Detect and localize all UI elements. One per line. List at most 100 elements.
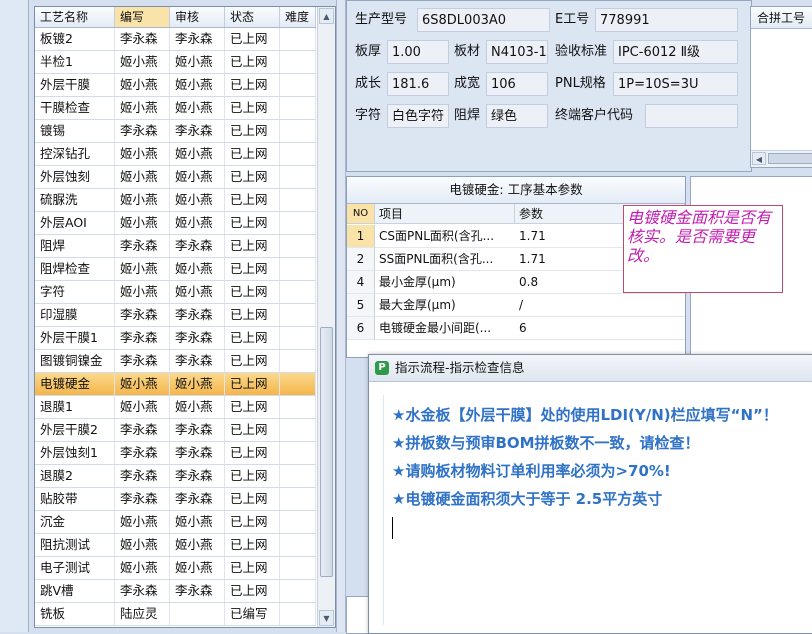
col-header-process[interactable]: 工艺名称 xyxy=(35,7,115,27)
cell-status: 已上网 xyxy=(225,212,280,234)
scroll-thumb[interactable] xyxy=(768,153,812,164)
params-cell-item: CS面PNL面积(含孔... xyxy=(375,225,515,248)
params-cell-no: 1 xyxy=(347,225,375,248)
table-row[interactable]: 外层干膜2 李永森 李永森 已上网 xyxy=(35,419,316,442)
eno-field[interactable]: 778991 xyxy=(595,8,738,32)
message-box[interactable]: ★水金板【外层干膜】处的使用LDI(Y/N)栏应填写“N”！ ★拼板数与预审BO… xyxy=(383,395,812,625)
cell-author: 姬小燕 xyxy=(115,166,170,188)
table-row[interactable]: 半检1 姬小燕 姬小燕 已上网 xyxy=(35,51,316,74)
dialog-titlebar[interactable]: P 指示流程-指示检查信息 xyxy=(369,355,812,382)
mask-field[interactable]: 绿色 xyxy=(486,104,548,128)
thickness-field[interactable]: 1.00 xyxy=(387,40,449,64)
cell-process: 印湿膜 xyxy=(35,304,115,326)
combine-horizontal-scrollbar[interactable]: ◀ xyxy=(751,150,812,167)
grid-vertical-scrollbar[interactable]: ▲ ▼ xyxy=(317,7,335,627)
cell-difficulty xyxy=(280,373,316,395)
table-row[interactable]: 印湿膜 李永森 李永森 已上网 xyxy=(35,304,316,327)
table-row[interactable]: 外层干膜1 李永森 李永森 已上网 xyxy=(35,327,316,350)
combine-list: 合拼工号 ◀ xyxy=(750,6,812,168)
cell-status: 已上网 xyxy=(225,373,280,395)
cell-process: 外层蚀刻1 xyxy=(35,442,115,464)
table-row[interactable]: 电镀硬金 姬小燕 姬小燕 已上网 xyxy=(35,373,316,396)
standard-label: 验收标准 xyxy=(555,44,608,59)
cell-process: 外层AOI xyxy=(35,212,115,234)
scroll-thumb[interactable] xyxy=(320,327,333,577)
cell-reviewer: 李永森 xyxy=(170,580,225,602)
length-field[interactable]: 181.6 xyxy=(387,72,449,96)
cell-process: 控深钻孔 xyxy=(35,143,115,165)
pnl-field[interactable]: 1P=10S=3U xyxy=(613,72,738,96)
cell-author: 李永森 xyxy=(115,350,170,372)
params-header-no[interactable]: NO xyxy=(347,204,375,224)
table-row[interactable]: 外层干膜 姬小燕 姬小燕 已上网 xyxy=(35,74,316,97)
table-row[interactable]: 板镀2 李永森 李永森 已上网 xyxy=(35,28,316,51)
width-field[interactable]: 106 xyxy=(486,72,548,96)
table-row[interactable]: 铣板 陆应灵 已编写 xyxy=(35,603,316,626)
params-header-item[interactable]: 项目 xyxy=(375,204,515,224)
cell-reviewer: 姬小燕 xyxy=(170,74,225,96)
width-label: 成宽 xyxy=(454,76,481,91)
model-field[interactable]: 6S8DL003A0 xyxy=(417,8,550,32)
cell-author: 姬小燕 xyxy=(115,258,170,280)
customer-label: 终端客户代码 xyxy=(555,108,634,123)
table-row[interactable]: 字符 姬小燕 姬小燕 已上网 xyxy=(35,281,316,304)
table-row[interactable]: 阻抗测试 姬小燕 姬小燕 已上网 xyxy=(35,534,316,557)
cell-reviewer xyxy=(170,603,225,625)
cell-status: 已上网 xyxy=(225,511,280,533)
cell-author: 李永森 xyxy=(115,580,170,602)
table-row[interactable]: 电子测试 姬小燕 姬小燕 已上网 xyxy=(35,557,316,580)
params-row[interactable]: 6 电镀硬金最小间距(... 6 xyxy=(347,317,685,340)
col-header-difficulty[interactable]: 难度 xyxy=(280,7,316,27)
table-row[interactable]: 沉金 姬小燕 姬小燕 已上网 xyxy=(35,511,316,534)
cell-process: 图镀铜镍金 xyxy=(35,350,115,372)
cell-difficulty xyxy=(280,74,316,96)
table-row[interactable]: 跳V槽 李永森 李永森 已上网 xyxy=(35,580,316,603)
cell-status: 已上网 xyxy=(225,465,280,487)
standard-field[interactable]: IPC-6012 Ⅱ级 xyxy=(613,40,738,64)
table-row[interactable]: 外层蚀刻1 李永森 李永森 已上网 xyxy=(35,442,316,465)
table-row[interactable]: 退膜1 姬小燕 姬小燕 已上网 xyxy=(35,396,316,419)
left-side-panel xyxy=(0,0,29,632)
char-field[interactable]: 白色字符 xyxy=(387,104,449,128)
cell-status: 已上网 xyxy=(225,580,280,602)
material-field[interactable]: N4103-1 xyxy=(486,40,548,64)
cell-process: 外层干膜 xyxy=(35,74,115,96)
params-row[interactable]: 5 最大金厚(μm) / xyxy=(347,294,685,317)
grid-header: 工艺名称 编写 审核 状态 难度 xyxy=(35,7,316,28)
scroll-down-arrow-icon[interactable]: ▼ xyxy=(319,610,334,626)
app-icon: P xyxy=(375,361,389,375)
col-header-status[interactable]: 状态 xyxy=(225,7,280,27)
panel-splitter[interactable] xyxy=(336,0,346,632)
scroll-up-arrow-icon[interactable]: ▲ xyxy=(319,8,334,24)
table-row[interactable]: 退膜2 李永森 李永森 已上网 xyxy=(35,465,316,488)
table-row[interactable]: 硫脲洗 姬小燕 姬小燕 已上网 xyxy=(35,189,316,212)
params-cell-value: 6 xyxy=(515,317,685,340)
cell-difficulty xyxy=(280,28,316,50)
message-line: ★拼板数与预审BOM拼板数不一致，请检查！ xyxy=(392,434,700,452)
dialog-title: 指示流程-指示检查信息 xyxy=(395,360,525,375)
cell-difficulty xyxy=(280,235,316,257)
table-row[interactable]: 镀锡 李永森 李永森 已上网 xyxy=(35,120,316,143)
message-line: ★水金板【外层干膜】处的使用LDI(Y/N)栏应填写“N”！ xyxy=(392,406,778,424)
cell-author: 李永森 xyxy=(115,488,170,510)
scroll-left-arrow-icon[interactable]: ◀ xyxy=(752,152,766,165)
customer-field[interactable] xyxy=(645,104,738,128)
table-row[interactable]: 贴胶带 李永森 李永森 已上网 xyxy=(35,488,316,511)
table-row[interactable]: 图镀铜镍金 李永森 李永森 已上网 xyxy=(35,350,316,373)
table-row[interactable]: 外层蚀刻 姬小燕 姬小燕 已上网 xyxy=(35,166,316,189)
table-row[interactable]: 阻焊 李永森 李永森 已上网 xyxy=(35,235,316,258)
table-row[interactable]: 外层AOI 姬小燕 姬小燕 已上网 xyxy=(35,212,316,235)
char-label: 字符 xyxy=(355,108,382,123)
table-row[interactable]: 阻焊检查 姬小燕 姬小燕 已上网 xyxy=(35,258,316,281)
cell-difficulty xyxy=(280,603,316,625)
table-row[interactable]: 控深钻孔 姬小燕 姬小燕 已上网 xyxy=(35,143,316,166)
model-label: 生产型号 xyxy=(355,12,408,27)
cell-difficulty xyxy=(280,511,316,533)
combine-header[interactable]: 合拼工号 xyxy=(751,7,812,29)
col-header-reviewer[interactable]: 审核 xyxy=(170,7,225,27)
col-header-author[interactable]: 编写 xyxy=(115,7,170,27)
params-cell-no: 4 xyxy=(347,271,375,294)
table-row[interactable]: 干膜检查 姬小燕 姬小燕 已上网 xyxy=(35,97,316,120)
cell-difficulty xyxy=(280,281,316,303)
cell-reviewer: 姬小燕 xyxy=(170,97,225,119)
